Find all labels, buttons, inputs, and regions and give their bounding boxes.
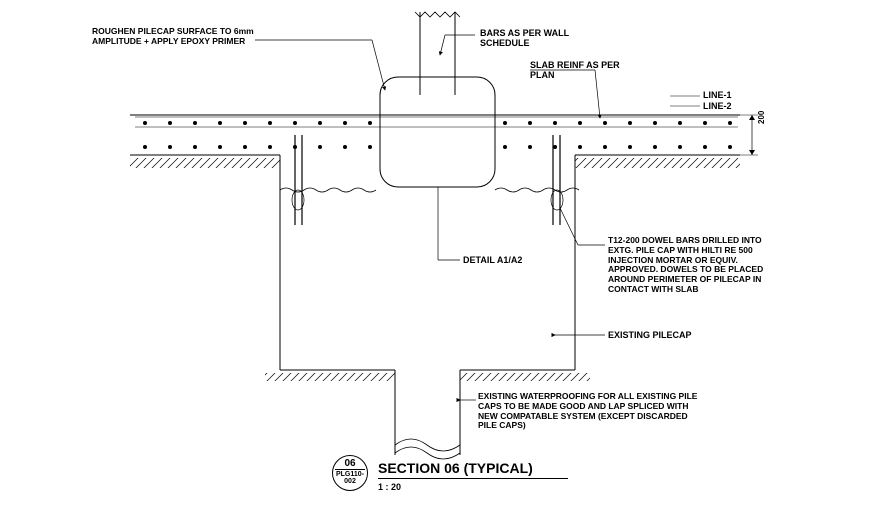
note-line2: LINE-2 [703, 101, 732, 111]
note-roughen: ROUGHEN PILECAP SURFACE TO 6mm AMPLITUDE… [92, 27, 282, 47]
note-bars-wall: BARS AS PER WALL SCHEDULE [480, 28, 590, 48]
note-slab-reinf: SLAB REINF AS PER PLAN [530, 60, 620, 80]
section-scale: 1 : 20 [378, 482, 401, 492]
pilecap [265, 155, 590, 381]
note-existing-pilecap: EXISTING PILECAP [608, 330, 692, 340]
section-marker-circle: 06 PLG110-002 [332, 455, 368, 491]
title-underline [378, 478, 568, 479]
pile [395, 370, 460, 459]
section-number: 06 [333, 456, 367, 469]
rebar-dots-bot [143, 145, 732, 149]
wall-base-box [380, 77, 495, 187]
dim-slab-thickness: 200 [757, 111, 766, 124]
slab [130, 115, 740, 155]
slab-dim [740, 115, 758, 155]
note-detail-ref: DETAIL A1/A2 [463, 255, 522, 265]
earth-hatch [130, 158, 740, 168]
note-line1: LINE-1 [703, 90, 732, 100]
note-dowel-bars: T12-200 DOWEL BARS DRILLED INTO EXTG. PI… [608, 236, 783, 295]
note-waterproofing: EXISTING WATERPROOFING FOR ALL EXISTING … [478, 392, 708, 431]
dwg-ref: PLG110-002 [333, 470, 367, 485]
dowel-bars [292, 135, 563, 225]
section-title: SECTION 06 (TYPICAL) [378, 460, 533, 476]
wall-stem [415, 12, 460, 95]
leaders [255, 35, 700, 400]
rebar-dots-top [143, 121, 732, 125]
